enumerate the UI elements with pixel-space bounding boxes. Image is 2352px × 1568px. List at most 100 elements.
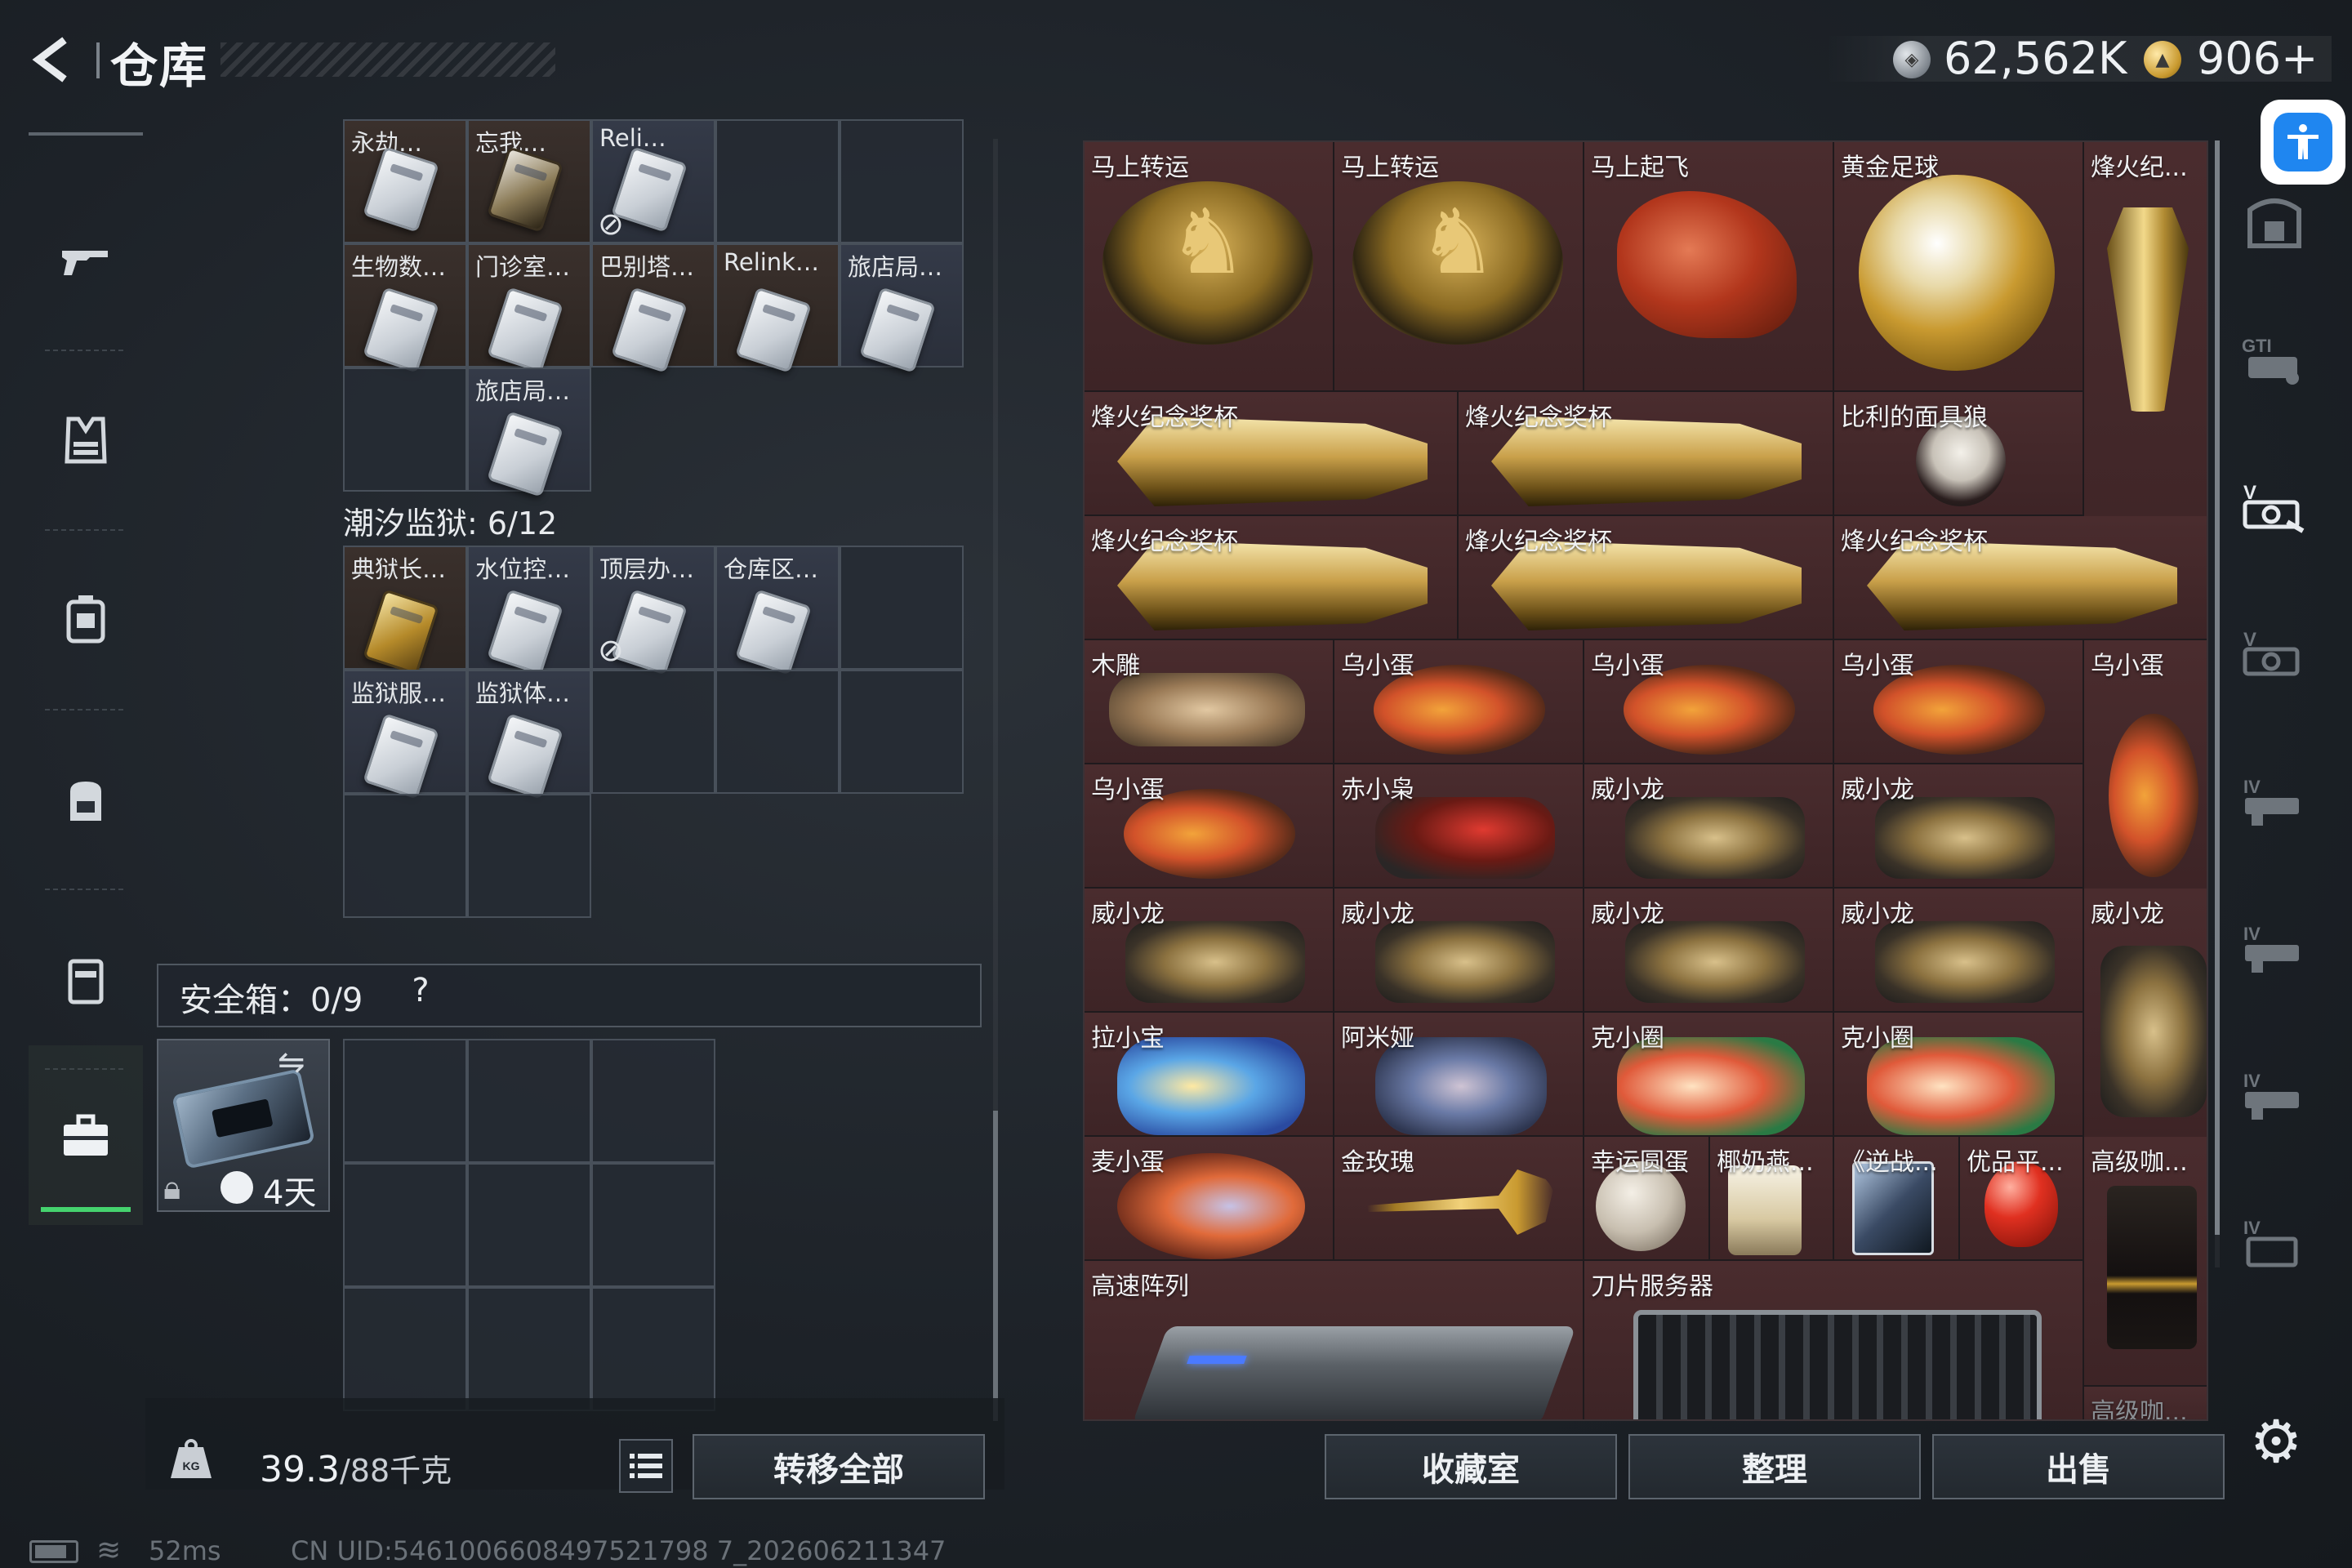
swap-icon[interactable]: ⇋ [278, 1044, 305, 1081]
warehouse-item[interactable]: 马上转运 [1085, 142, 1334, 392]
tab-level-iv[interactable]: IV [2234, 906, 2315, 988]
settings-gear-icon[interactable]: ⚙ [2247, 1412, 2305, 1471]
inventory-slot[interactable]: 监狱体… [467, 670, 591, 800]
nav-item-storage[interactable] [29, 1045, 143, 1225]
nav-item-weapons[interactable] [29, 172, 143, 351]
warehouse-item[interactable]: 威小龙 [1834, 764, 2084, 889]
warehouse-item[interactable]: 比利的面具狼 [1834, 392, 2084, 516]
inventory-slot[interactable]: 典狱长… [343, 546, 467, 675]
safe-slot-empty[interactable] [343, 1039, 467, 1163]
inventory-slot[interactable]: 门诊室… [467, 243, 591, 373]
accessibility-button[interactable] [2261, 100, 2345, 185]
warehouse-item[interactable]: 高速阵列 [1085, 1261, 1584, 1419]
warehouse-item[interactable]: 烽火纪念奖杯 [1834, 516, 2207, 640]
warehouse-item[interactable]: 克小圈 [1834, 1013, 2084, 1137]
tab-level-v-active[interactable]: V [2234, 466, 2315, 547]
nav-item-backpack[interactable] [29, 710, 143, 890]
tab-level-iv[interactable]: IV [2234, 760, 2315, 841]
help-button[interactable]: ? [400, 972, 441, 1018]
safe-slot-empty[interactable] [467, 1039, 591, 1163]
inventory-slot-empty[interactable] [343, 794, 467, 918]
warehouse-item[interactable]: 赤小枭 [1334, 764, 1584, 889]
warehouse-item[interactable]: 高级咖... [2084, 1387, 2207, 1419]
nav-item-chest-rig[interactable] [29, 531, 143, 710]
inventory-slot[interactable]: 旅店局… [840, 243, 964, 373]
inventory-slot[interactable]: Reli… ⊘ [591, 119, 715, 243]
warehouse-item[interactable]: 威小龙 [1584, 889, 1834, 1013]
back-button[interactable] [24, 31, 82, 88]
warehouse-item[interactable]: 乌小蛋 [1834, 640, 2084, 764]
gold-amount[interactable]: 906+ [2197, 33, 2318, 84]
inventory-slot[interactable]: 水位控… [467, 546, 591, 675]
warehouse-item[interactable]: 烽火纪念奖杯 [1085, 516, 1459, 640]
inventory-slot[interactable]: 监狱服… [343, 670, 467, 800]
tab-level-iv[interactable]: IV [2234, 1054, 2315, 1135]
warehouse-item[interactable]: 椰奶燕... [1710, 1137, 1834, 1261]
warehouse-item[interactable]: 马上起飞 [1584, 142, 1834, 392]
warehouse-item[interactable]: 麦小蛋 [1085, 1137, 1334, 1261]
warehouse-item[interactable]: 金玫瑰 [1334, 1137, 1584, 1261]
tab-level-iv[interactable]: IV [2234, 1200, 2315, 1282]
warehouse-item[interactable]: 刀片服务器 [1584, 1261, 2084, 1419]
sell-button[interactable]: 出售 [1932, 1434, 2225, 1499]
warehouse-item[interactable]: 高级咖... [2084, 1137, 2207, 1387]
safe-slot-empty[interactable] [591, 1287, 715, 1411]
inventory-slot-empty[interactable] [591, 670, 715, 794]
warehouse-item[interactable]: 《逆战... [1834, 1137, 1960, 1261]
warehouse-item[interactable]: 乌小蛋 [1334, 640, 1584, 764]
warehouse-item[interactable]: 木雕 [1085, 640, 1334, 764]
collection-room-button[interactable]: 收藏室 [1325, 1434, 1617, 1499]
warehouse-item[interactable]: 威小龙 [1584, 764, 1834, 889]
organize-button[interactable]: 整理 [1628, 1434, 1921, 1499]
warehouse-item[interactable]: 乌小蛋 [2084, 640, 2207, 890]
inventory-slot-empty[interactable] [467, 794, 591, 918]
safe-slot-empty[interactable] [343, 1287, 467, 1411]
warehouse-item[interactable]: 幸运圆蛋 [1584, 1137, 1710, 1261]
inventory-slot-empty[interactable] [840, 670, 964, 794]
safe-slot-empty[interactable] [467, 1287, 591, 1411]
tab-level-v[interactable]: V [2234, 612, 2315, 694]
inventory-slot[interactable]: 巴别塔… [591, 243, 715, 373]
warehouse-item[interactable]: 威小龙 [2084, 889, 2207, 1138]
inventory-slot-empty[interactable] [715, 119, 840, 243]
inventory-slot[interactable]: 顶层办… ⊘ [591, 546, 715, 675]
warehouse-item[interactable]: 黄金足球 [1834, 142, 2084, 392]
nav-item-armor[interactable] [29, 351, 143, 531]
warehouse-item[interactable]: 威小龙 [1334, 889, 1584, 1013]
tab-gti[interactable]: GTI [2234, 318, 2315, 400]
inventory-slot[interactable]: 生物数… [343, 243, 467, 373]
warehouse-item[interactable]: 威小龙 [1834, 889, 2084, 1013]
warehouse-item[interactable]: 阿米娅 [1334, 1013, 1584, 1137]
safe-slot-empty[interactable] [343, 1163, 467, 1287]
inventory-slot[interactable]: 旅店局… [467, 368, 591, 497]
warehouse-item[interactable]: 威小龙 [1085, 889, 1334, 1013]
tab-storage-cabinet[interactable] [2234, 180, 2315, 261]
warehouse-item[interactable]: 烽火纪念奖杯 [1459, 392, 1834, 516]
list-view-button[interactable] [619, 1439, 673, 1493]
warehouse-item[interactable]: 乌小蛋 [1085, 764, 1334, 889]
safe-case-timer: 4天 [263, 1174, 317, 1212]
inventory-slot[interactable]: 忘我… [467, 119, 591, 243]
warehouse-item[interactable]: 烽火纪念奖杯 [1085, 392, 1459, 516]
safe-slot-empty[interactable] [591, 1163, 715, 1287]
keycard-icon [859, 287, 936, 373]
safe-slot-empty[interactable] [591, 1039, 715, 1163]
inventory-slot[interactable]: 永劫… [343, 119, 467, 243]
inventory-slot-empty[interactable] [840, 119, 964, 243]
warehouse-item[interactable]: 烽火纪念奖杯 [1459, 516, 1834, 640]
inventory-slot-empty[interactable] [840, 546, 964, 670]
transfer-all-button[interactable]: 转移全部 [693, 1434, 985, 1499]
inventory-slot-empty[interactable] [343, 368, 467, 492]
warehouse-item[interactable]: 克小圈 [1584, 1013, 1834, 1137]
warehouse-item[interactable]: 马上转运 [1334, 142, 1584, 392]
safe-slot-empty[interactable] [467, 1163, 591, 1287]
inventory-scrollbar-thumb[interactable] [993, 1111, 998, 1421]
inventory-slot[interactable]: Relink… [715, 243, 840, 373]
warehouse-scrollbar-thumb[interactable] [2215, 140, 2220, 1235]
warehouse-item[interactable]: 优品平... [1960, 1137, 2084, 1261]
warehouse-item[interactable]: 拉小宝 [1085, 1013, 1334, 1137]
inventory-slot-empty[interactable] [715, 670, 840, 794]
warehouse-item[interactable]: 乌小蛋 [1584, 640, 1834, 764]
nav-item-pouch[interactable] [29, 890, 143, 1070]
inventory-slot[interactable]: 仓库区… [715, 546, 840, 675]
